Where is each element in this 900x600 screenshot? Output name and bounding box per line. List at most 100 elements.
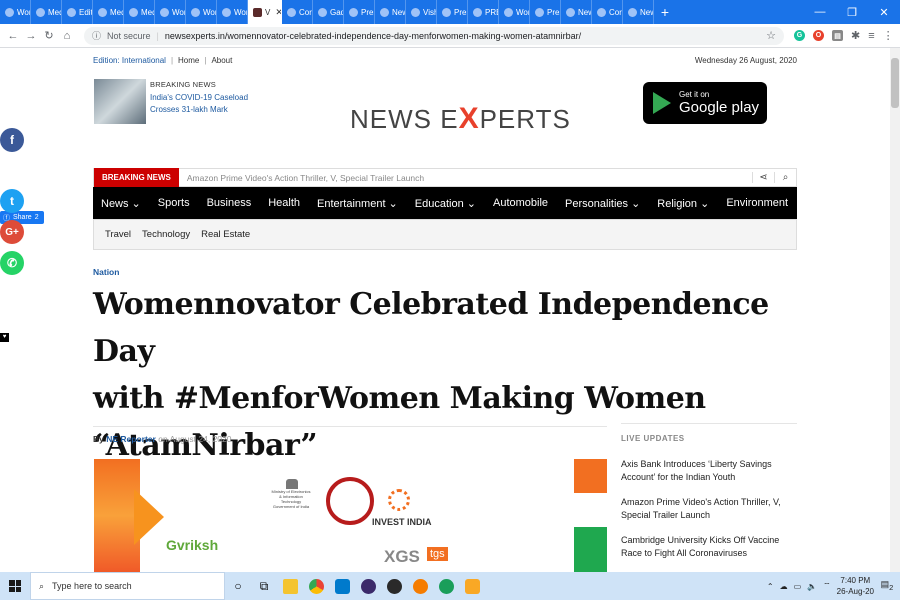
whatsapp-icon[interactable]: ✆ bbox=[0, 251, 24, 275]
taskbar-search-placeholder: Type here to search bbox=[52, 581, 132, 591]
nav-item[interactable]: News ⌄ bbox=[101, 197, 141, 210]
close-tab-icon[interactable]: ✕ bbox=[275, 7, 281, 18]
cloud-icon[interactable]: ☁ bbox=[780, 582, 788, 591]
nav-item[interactable]: Automobile bbox=[493, 197, 548, 209]
author-link[interactable]: NE Reporter bbox=[106, 434, 156, 444]
address-bar[interactable]: ⓘ Not secure | newsexperts.in/womennovat… bbox=[84, 26, 784, 45]
nav-item[interactable]: More ⌄ bbox=[805, 197, 842, 210]
volume-icon[interactable]: 🔈 bbox=[807, 582, 817, 591]
back-icon[interactable]: ← bbox=[4, 30, 22, 42]
browser-tab[interactable]: Gad bbox=[313, 0, 344, 24]
gplay-line2: Google play bbox=[679, 99, 760, 116]
close-window-icon[interactable]: ✕ bbox=[868, 0, 900, 24]
network-icon[interactable]: ▭ bbox=[794, 582, 802, 591]
google-plus-icon[interactable]: G+ bbox=[0, 220, 24, 244]
breaking-news-thumbnail[interactable] bbox=[94, 79, 146, 124]
browser-tab[interactable]: Pres bbox=[344, 0, 375, 24]
maximize-icon[interactable]: ❐ bbox=[836, 0, 868, 24]
cortana-icon[interactable]: ○ bbox=[225, 572, 251, 600]
browser-tab[interactable]: Vish bbox=[406, 0, 437, 24]
scrollbar-thumb[interactable] bbox=[891, 58, 899, 108]
start-button[interactable] bbox=[0, 580, 30, 592]
browser-tab[interactable]: Wor bbox=[0, 0, 31, 24]
browser-tab[interactable]: Cor bbox=[282, 0, 313, 24]
nav-item[interactable]: Health bbox=[268, 197, 300, 209]
live-update-item[interactable]: Amazon Prime Video's Action Thriller, V,… bbox=[621, 496, 797, 522]
notification-icon[interactable]: ▤2 bbox=[880, 579, 894, 593]
subnav-item[interactable]: Technology bbox=[142, 229, 190, 240]
nav-item[interactable]: Environment bbox=[726, 197, 788, 209]
nav-item[interactable]: Personalities ⌄ bbox=[565, 197, 640, 210]
browser-tab[interactable]: Med bbox=[31, 0, 62, 24]
browser-tab[interactable]: Med bbox=[124, 0, 155, 24]
browser-tab[interactable]: PRE bbox=[468, 0, 499, 24]
extension-icon[interactable]: ▤ bbox=[832, 30, 843, 41]
twitter-icon[interactable]: t bbox=[0, 189, 24, 213]
vscode-icon[interactable] bbox=[329, 572, 355, 600]
browser-tab[interactable]: Wor bbox=[186, 0, 217, 24]
page-scrollbar[interactable] bbox=[890, 48, 900, 572]
nav-item[interactable]: Business bbox=[207, 197, 252, 209]
reload-icon[interactable]: ↻ bbox=[40, 29, 58, 42]
share-icon[interactable]: ⋖ bbox=[752, 172, 774, 183]
browser-tab[interactable]: Wor bbox=[499, 0, 530, 24]
tab-active[interactable]: V✕ bbox=[248, 0, 282, 24]
browser-tab[interactable]: Wor bbox=[155, 0, 186, 24]
globe-icon bbox=[535, 7, 544, 17]
nav-item[interactable]: Entertainment ⌄ bbox=[317, 197, 398, 210]
ticker-text[interactable]: Amazon Prime Video's Action Thriller, V,… bbox=[179, 173, 424, 183]
forward-icon[interactable]: → bbox=[22, 30, 40, 42]
heart-icon[interactable]: ♥ bbox=[0, 333, 9, 342]
breaking-news-headline[interactable]: India's COVID-19 Caseload Crosses 31-lak… bbox=[150, 92, 275, 116]
live-update-item[interactable]: Cambridge University Kicks Off Vaccine R… bbox=[621, 534, 797, 560]
app-icon[interactable] bbox=[355, 572, 381, 600]
app-icon[interactable] bbox=[459, 572, 485, 600]
emblem-icon bbox=[286, 479, 298, 489]
taskbar-search-box[interactable]: ⌕ Type here to search bbox=[30, 572, 225, 600]
browser-tab[interactable]: Cor bbox=[592, 0, 623, 24]
browser-tab[interactable]: Pres bbox=[437, 0, 468, 24]
browser-tab[interactable]: Edit bbox=[62, 0, 93, 24]
edition-link[interactable]: Edition: International bbox=[93, 56, 166, 65]
nav-item[interactable]: Religion ⌄ bbox=[657, 197, 709, 210]
nav-item[interactable]: Education ⌄ bbox=[415, 197, 476, 210]
wifi-icon[interactable]: ⌔ bbox=[823, 581, 831, 591]
browser-tab[interactable]: Pres bbox=[530, 0, 561, 24]
browser-tab[interactable]: New bbox=[375, 0, 406, 24]
clock[interactable]: 7:40 PM 26-Aug-20 bbox=[837, 575, 874, 597]
minimize-icon[interactable]: — bbox=[804, 0, 836, 24]
task-view-icon[interactable]: ⧉ bbox=[251, 572, 277, 600]
subnav-item[interactable]: Real Estate bbox=[201, 229, 250, 240]
browser-tab[interactable]: New bbox=[561, 0, 592, 24]
google-play-badge[interactable]: Get it on Google play bbox=[643, 82, 767, 124]
nav-item[interactable]: Sports bbox=[158, 197, 190, 209]
opera-icon[interactable]: O bbox=[813, 30, 824, 41]
browser-tab[interactable]: Wor bbox=[217, 0, 248, 24]
puzzle-icon[interactable]: ✱ bbox=[851, 29, 860, 42]
search-icon[interactable]: ⌕ bbox=[774, 172, 796, 183]
file-explorer-icon[interactable] bbox=[277, 572, 303, 600]
chrome-icon[interactable] bbox=[303, 572, 329, 600]
bookmark-star-icon[interactable]: ☆ bbox=[766, 29, 776, 42]
site-logo[interactable]: NEWS E X PERTS bbox=[350, 102, 571, 136]
clock-time: 7:40 PM bbox=[840, 576, 871, 585]
browser-tab[interactable]: Med bbox=[93, 0, 124, 24]
chevron-up-icon[interactable]: ⌃ bbox=[767, 582, 774, 591]
app-icon[interactable] bbox=[407, 572, 433, 600]
subnav-item[interactable]: Travel bbox=[105, 229, 131, 240]
tab-label: Vish bbox=[423, 7, 437, 17]
browser-tab[interactable]: New bbox=[623, 0, 654, 24]
home-icon[interactable]: ⌂ bbox=[58, 30, 76, 42]
menu-kebab-icon[interactable]: ⋮ bbox=[883, 29, 894, 42]
media-icon[interactable]: ≡ bbox=[868, 30, 874, 42]
grammarly-icon[interactable]: G bbox=[794, 30, 805, 41]
app-icon[interactable] bbox=[381, 572, 407, 600]
home-link[interactable]: Home bbox=[178, 56, 199, 65]
about-link[interactable]: About bbox=[211, 56, 232, 65]
live-update-item[interactable]: Axis Bank Introduces ‘Liberty Savings Ac… bbox=[621, 458, 797, 484]
info-icon[interactable]: ⓘ bbox=[92, 29, 101, 42]
app-icon[interactable] bbox=[433, 572, 459, 600]
facebook-icon[interactable]: f bbox=[0, 128, 24, 152]
new-tab-button[interactable]: + bbox=[654, 0, 676, 24]
article-category[interactable]: Nation bbox=[93, 267, 119, 277]
